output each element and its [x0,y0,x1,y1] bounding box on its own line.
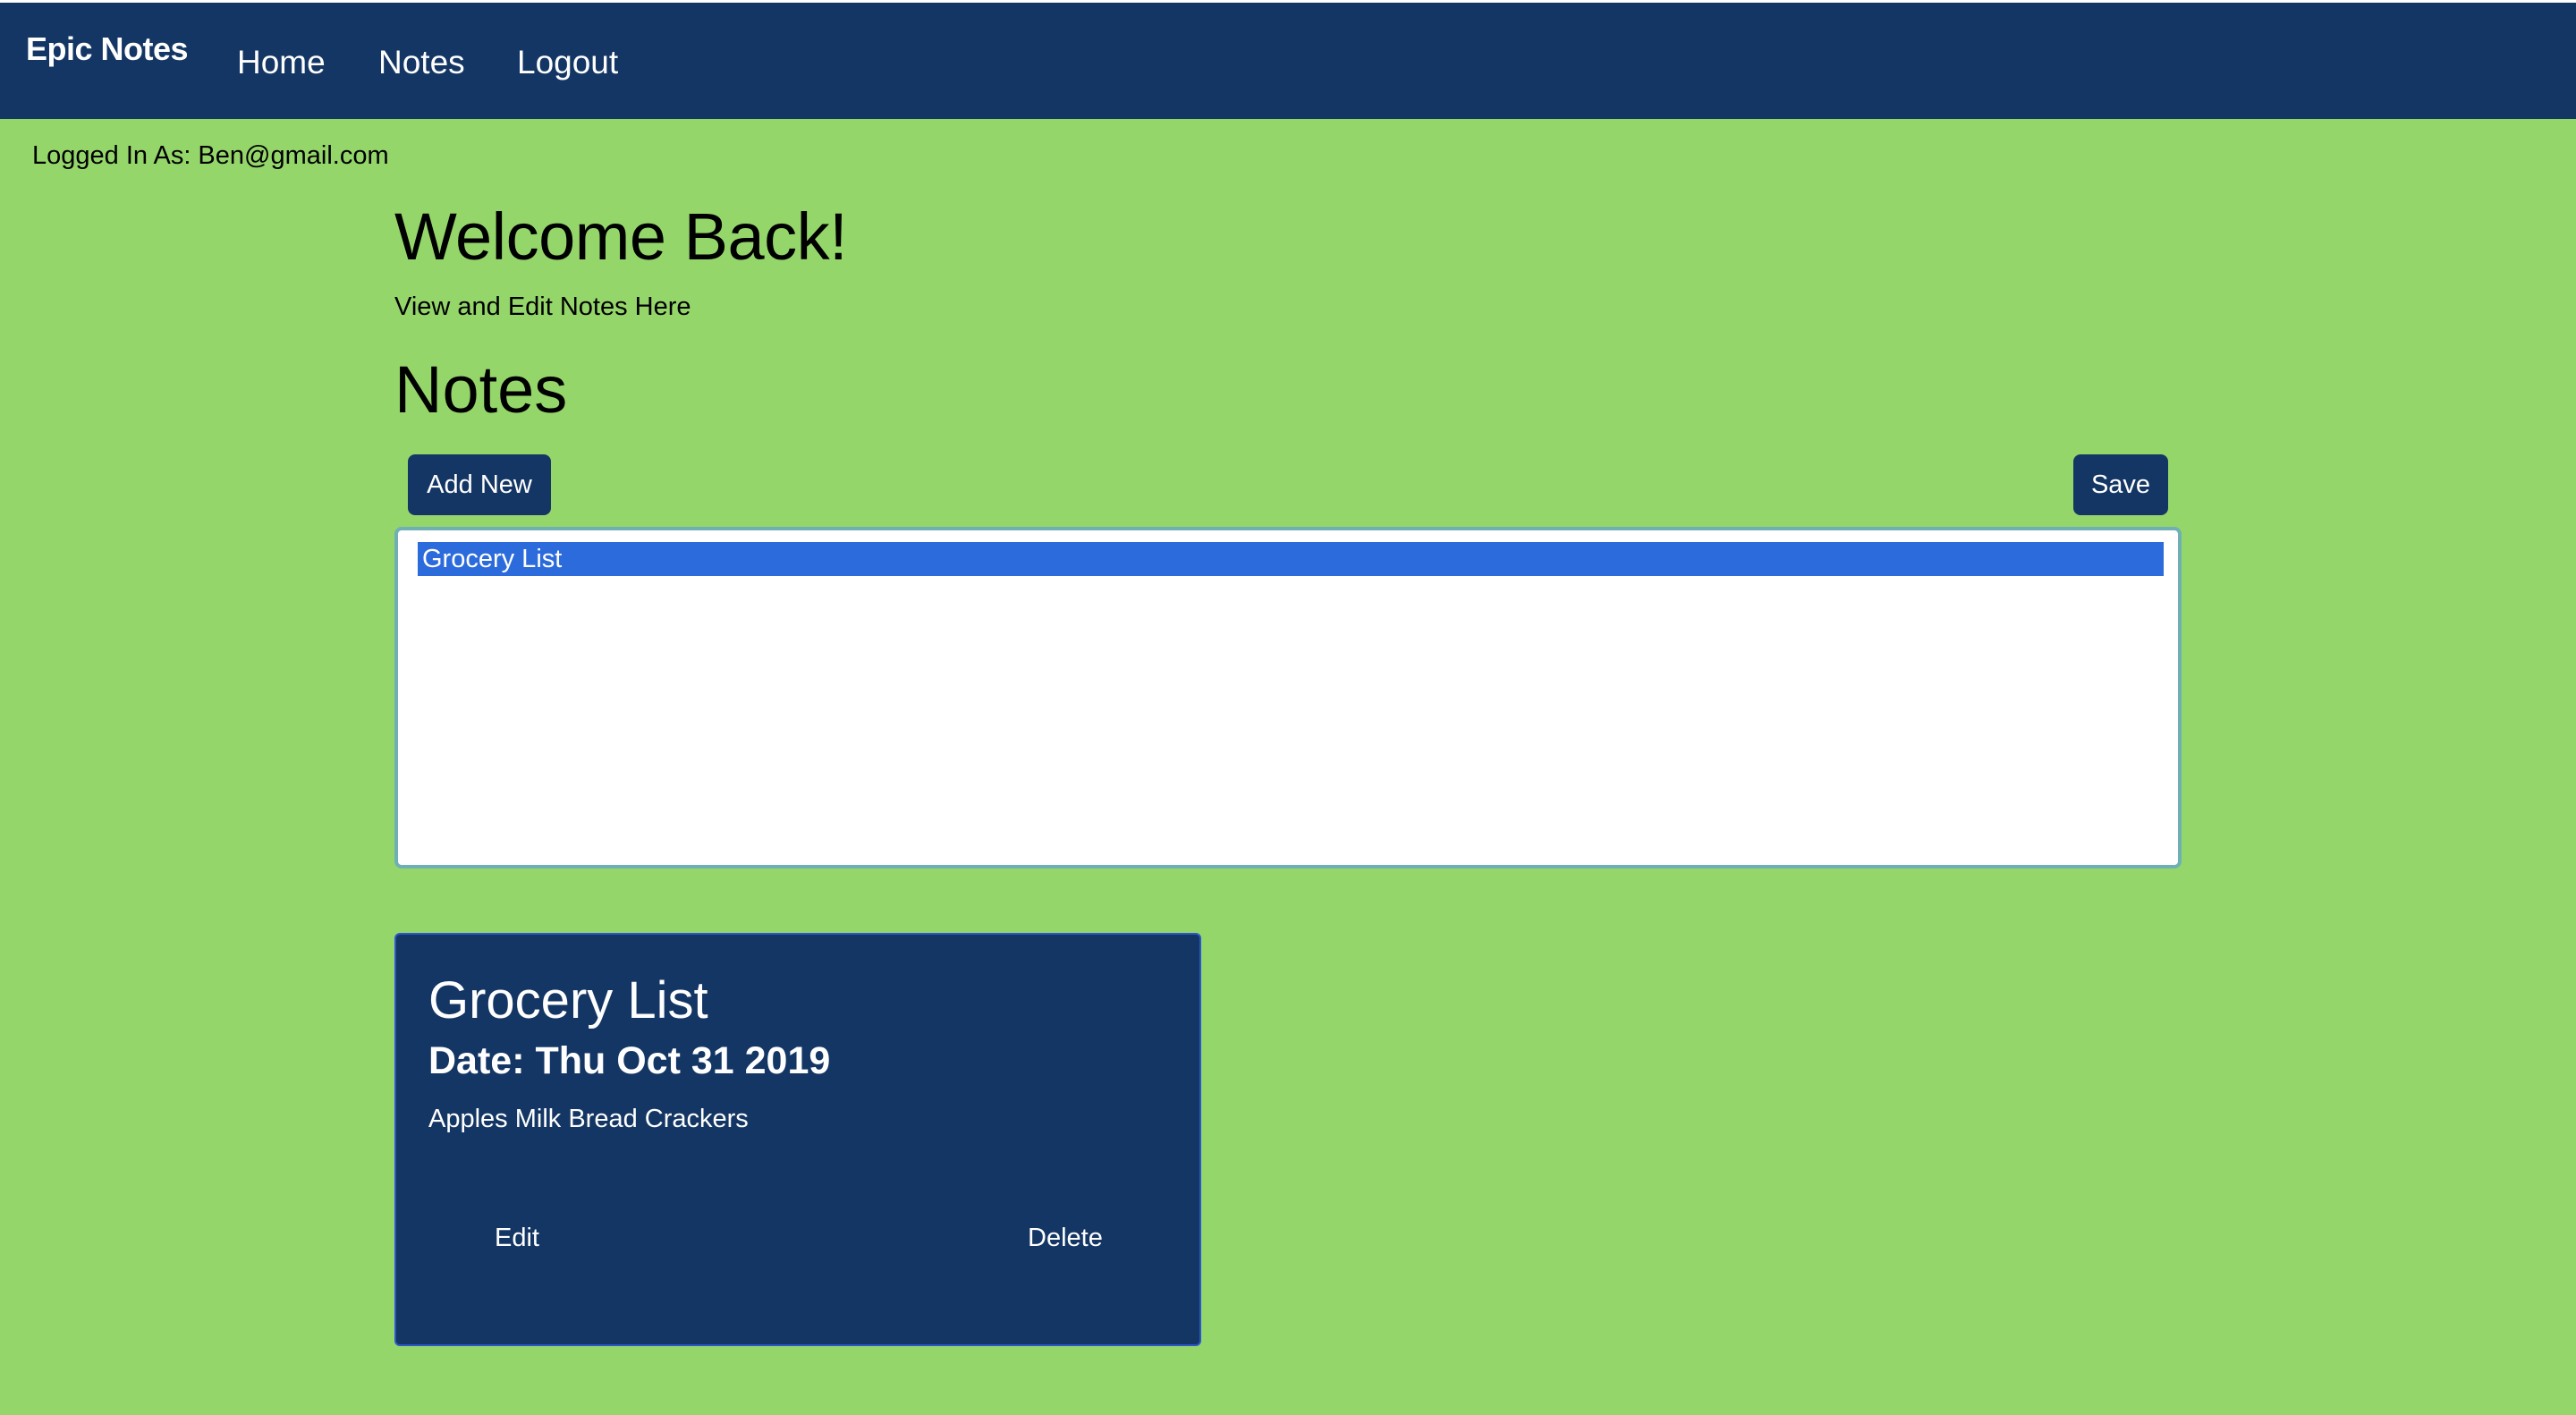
edit-button[interactable]: Edit [495,1224,539,1253]
editor-selected-text[interactable]: Grocery List [418,542,2164,576]
note-card-body: Apples Milk Bread Crackers [428,1105,749,1133]
nav-notes-link[interactable]: Notes [378,44,465,81]
logged-in-status: Logged In As: Ben@gmail.com [32,141,389,170]
add-new-button[interactable]: Add New [408,454,551,515]
brand-logo[interactable]: Epic Notes [26,30,189,68]
note-card-title: Grocery List [428,971,708,1029]
nav-home-link[interactable]: Home [237,44,326,81]
save-button[interactable]: Save [2073,454,2168,515]
note-card: Grocery List Date: Thu Oct 31 2019 Apple… [394,933,1201,1346]
note-editor[interactable]: Grocery List [394,527,2182,868]
notes-heading: Notes [394,352,568,427]
note-card-date: Date: Thu Oct 31 2019 [428,1039,831,1082]
page-title: Welcome Back! [394,199,848,274]
page-subtitle: View and Edit Notes Here [394,292,691,321]
nav-logout-link[interactable]: Logout [517,44,618,81]
delete-button[interactable]: Delete [1028,1224,1103,1253]
navbar: Epic Notes Home Notes Logout [0,3,2576,119]
